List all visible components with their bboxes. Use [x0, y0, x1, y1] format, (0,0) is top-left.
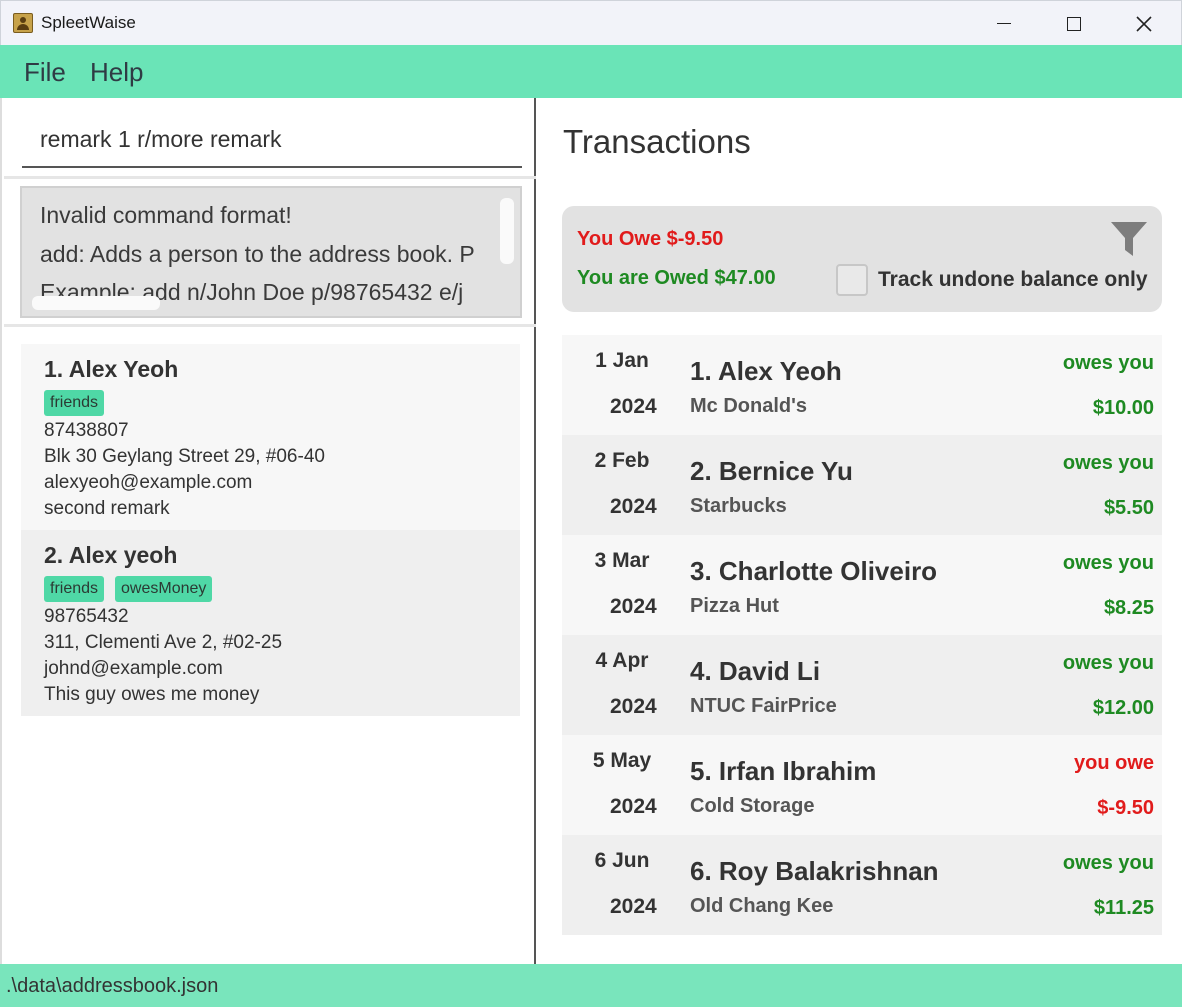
transaction-date: 6 Jun [594, 849, 650, 872]
person-remark: second remark [44, 498, 170, 519]
filter-icon[interactable] [1110, 220, 1148, 258]
maximize-button[interactable] [1051, 1, 1097, 46]
transaction-status: owes you [1062, 552, 1154, 574]
transaction-status: owes you [1062, 352, 1154, 374]
person-address: Blk 30 Geylang Street 29, #06-40 [44, 446, 325, 467]
transaction-amount: $11.25 [1093, 897, 1154, 919]
transaction-year: 2024 [610, 495, 657, 518]
person-phone: 87438807 [44, 420, 129, 441]
transaction-amount: $10.00 [1092, 397, 1154, 419]
divider [4, 324, 536, 327]
person-card[interactable]: 2. Alex yeoh friends owesMoney 98765432 … [21, 530, 520, 716]
transaction-year: 2024 [610, 695, 657, 718]
transaction-person: 3. Charlotte Oliveiro [690, 556, 938, 586]
transaction-date: 3 Mar [594, 549, 650, 572]
result-display[interactable]: Invalid command format! add: Adds a pers… [20, 186, 522, 318]
tag: friends [44, 390, 105, 416]
command-input-value: remark 1 r/more remark [40, 126, 282, 152]
result-line: Invalid command format! [40, 202, 292, 228]
tag: friends [44, 576, 105, 602]
person-name: 1. Alex Yeoh [44, 356, 179, 382]
person-phone: 98765432 [44, 606, 129, 627]
transaction-status: you owe [1073, 752, 1154, 774]
horizontal-scrollbar[interactable] [32, 296, 160, 310]
transaction-year: 2024 [610, 895, 657, 918]
transaction-description: NTUC FairPrice [690, 695, 837, 717]
transaction-date: 4 Apr [595, 649, 649, 672]
transaction-year: 2024 [610, 795, 657, 818]
track-undone-checkbox[interactable] [836, 264, 868, 296]
transaction-description: Pizza Hut [690, 595, 779, 617]
transaction-row[interactable]: 6 Jun 2024 6. Roy Balakrishnan Old Chang… [562, 835, 1162, 935]
transaction-status: owes you [1062, 452, 1154, 474]
transaction-date: 1 Jan [595, 349, 649, 372]
close-button[interactable] [1121, 1, 1167, 46]
app-icon [13, 13, 33, 33]
transaction-date: 2 Feb [594, 449, 650, 472]
transaction-row[interactable]: 3 Mar 2024 3. Charlotte Oliveiro Pizza H… [562, 535, 1162, 635]
tag: owesMoney [115, 576, 213, 602]
transaction-row[interactable]: 5 May 2024 5. Irfan Ibrahim Cold Storage… [562, 735, 1162, 835]
transaction-status: owes you [1062, 652, 1154, 674]
command-input[interactable]: remark 1 r/more remark [22, 118, 522, 168]
status-bar: .\data\addressbook.json [0, 964, 1182, 1007]
person-remark: This guy owes me money [44, 684, 260, 705]
data-file-path: .\data\addressbook.json [6, 975, 219, 997]
transaction-description: Cold Storage [690, 795, 815, 817]
title-bar: SpleetWaise [0, 0, 1182, 45]
transactions-title: Transactions [563, 123, 751, 160]
transaction-amount: $-9.50 [1097, 797, 1154, 819]
transaction-description: Starbucks [690, 495, 787, 517]
result-line: add: Adds a person to the address book. … [40, 241, 475, 267]
transaction-person: 6. Roy Balakrishnan [690, 856, 939, 886]
close-icon [1136, 15, 1152, 32]
you-are-owed-balance: You are Owed $47.00 [577, 267, 776, 289]
divider [4, 176, 536, 179]
maximize-icon [1067, 16, 1081, 31]
transaction-amount: $5.50 [1103, 497, 1154, 519]
person-address: 311, Clementi Ave 2, #02-25 [44, 632, 283, 653]
transaction-person: 2. Bernice Yu [690, 456, 853, 486]
person-email: johnd@example.com [44, 658, 223, 679]
transaction-row[interactable]: 1 Jan 2024 1. Alex Yeoh Mc Donald's owes… [562, 335, 1162, 435]
left-pane: remark 1 r/more remark Invalid command f… [0, 98, 536, 964]
transaction-date: 5 May [592, 749, 652, 772]
transaction-person: 5. Irfan Ibrahim [690, 756, 877, 786]
transaction-person: 4. David Li [690, 656, 821, 686]
window-title: SpleetWaise [41, 13, 136, 32]
transaction-amount: $12.00 [1092, 697, 1154, 719]
you-owe-balance: You Owe $-9.50 [577, 228, 724, 250]
track-undone-label: Track undone balance only [878, 268, 1148, 291]
transaction-amount: $8.25 [1103, 597, 1154, 619]
transaction-description: Old Chang Kee [690, 895, 834, 917]
minimize-button[interactable] [981, 1, 1027, 46]
vertical-scrollbar[interactable] [500, 198, 514, 264]
transaction-status: owes you [1062, 852, 1154, 874]
menu-file[interactable]: File [24, 57, 66, 88]
transaction-year: 2024 [610, 395, 657, 418]
transactions-pane: Transactions You Owe $-9.50 You are Owed… [538, 98, 1182, 964]
transaction-year: 2024 [610, 595, 657, 618]
person-card[interactable]: 1. Alex Yeoh friends 87438807 Blk 30 Gey… [21, 344, 520, 530]
transaction-row[interactable]: 4 Apr 2024 4. David Li NTUC FairPrice ow… [562, 635, 1162, 735]
transaction-person: 1. Alex Yeoh [690, 356, 842, 386]
person-email: alexyeoh@example.com [44, 472, 253, 493]
person-tags: friends [44, 390, 105, 416]
person-name: 2. Alex yeoh [44, 542, 178, 568]
minimize-icon [997, 22, 1011, 25]
person-tags: friends owesMoney [44, 576, 213, 602]
balance-summary: You Owe $-9.50 You are Owed $47.00 Track… [562, 206, 1162, 312]
transaction-description: Mc Donald's [690, 395, 807, 417]
transaction-row[interactable]: 2 Feb 2024 2. Bernice Yu Starbucks owes … [562, 435, 1162, 535]
menu-bar: File Help [0, 45, 1182, 98]
menu-help[interactable]: Help [90, 57, 143, 88]
